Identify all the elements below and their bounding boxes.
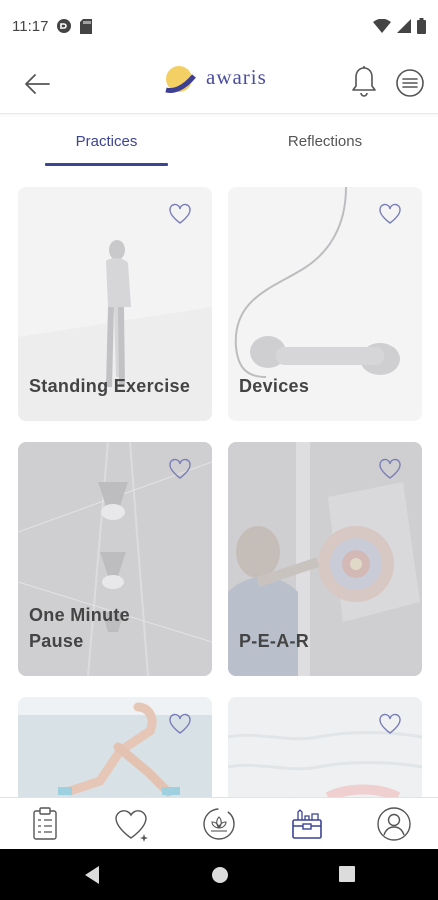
practice-card[interactable]: Standing Exercise <box>18 187 212 421</box>
app-notification-icon <box>57 19 72 33</box>
practice-card-title: Devices <box>239 376 310 396</box>
app-root: 11:17 awaris Practices Reflections Stand… <box>0 0 438 900</box>
toolbox-icon[interactable] <box>289 806 325 842</box>
status-bar: 11:17 <box>0 0 438 52</box>
system-navigation-bar <box>0 849 438 900</box>
app-header: awaris <box>0 52 438 114</box>
runner-image <box>18 697 212 797</box>
tab-practices[interactable]: Practices <box>45 115 168 167</box>
practice-card-title: Standing Exercise <box>29 376 191 396</box>
lotus-cycle-icon[interactable] <box>201 806 237 842</box>
practice-card[interactable] <box>228 697 422 797</box>
sd-card-icon <box>80 18 93 34</box>
bottom-navigation <box>0 797 438 849</box>
favorite-heart-icon[interactable] <box>168 713 192 735</box>
status-left: 11:17 <box>12 17 93 35</box>
tab-reflections[interactable]: Reflections <box>260 115 390 167</box>
practices-grid: Standing Exercise Devices One Minute Pau… <box>0 167 438 797</box>
brand-name: awaris <box>206 64 267 89</box>
practice-card[interactable] <box>18 697 212 797</box>
water-image <box>228 697 422 797</box>
favorite-heart-icon[interactable] <box>168 203 192 225</box>
logo-sun-icon <box>165 66 201 98</box>
notification-bell-icon[interactable] <box>350 65 378 99</box>
practice-card-title: One Minute Pause <box>29 605 130 651</box>
practice-card-title: P-E-A-R <box>239 631 310 651</box>
favorite-heart-icon[interactable] <box>378 458 402 480</box>
battery-icon <box>417 18 426 34</box>
heart-sparkle-icon[interactable] <box>113 806 149 842</box>
back-arrow-icon[interactable] <box>22 70 52 98</box>
signal-icon <box>397 19 411 33</box>
system-recents-icon[interactable] <box>338 865 356 883</box>
profile-icon[interactable] <box>376 806 412 842</box>
favorite-heart-icon[interactable] <box>378 713 402 735</box>
tab-bar: Practices Reflections <box>0 115 438 167</box>
brand-logo: awaris <box>164 62 267 98</box>
hamburger-menu-icon[interactable] <box>395 68 425 98</box>
status-time: 11:17 <box>12 17 49 35</box>
tab-reflections-label: Reflections <box>287 132 363 150</box>
practice-card[interactable]: One Minute Pause <box>18 442 212 676</box>
practice-card[interactable]: P-E-A-R <box>228 442 422 676</box>
system-back-icon[interactable] <box>83 865 101 885</box>
system-home-icon[interactable] <box>210 865 230 885</box>
wifi-icon <box>373 18 391 33</box>
tab-practices-label: Practices <box>75 132 138 150</box>
favorite-heart-icon[interactable] <box>168 458 192 480</box>
clipboard-icon[interactable] <box>27 806 63 842</box>
practice-card[interactable]: Devices <box>228 187 422 421</box>
favorite-heart-icon[interactable] <box>378 203 402 225</box>
status-right <box>373 18 426 34</box>
active-tab-indicator <box>45 163 168 166</box>
